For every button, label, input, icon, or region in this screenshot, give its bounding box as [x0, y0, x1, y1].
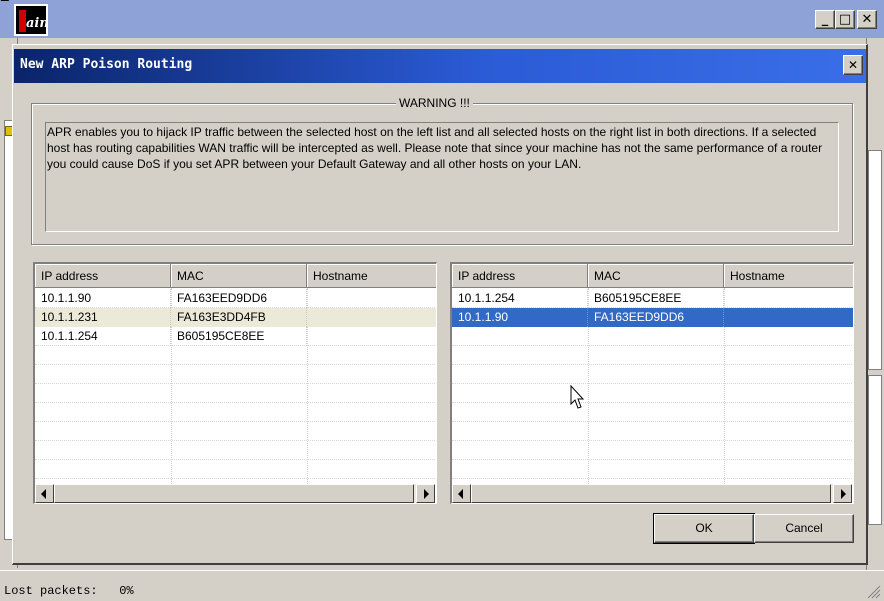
arrow-right-icon — [841, 489, 846, 499]
main-window-list-fragment — [868, 375, 882, 525]
status-lost-packets: Lost packets: 0% — [4, 584, 134, 598]
cell-hostname — [307, 289, 436, 308]
grid-line — [35, 440, 436, 441]
ok-button[interactable]: OK — [653, 513, 755, 544]
cell-ip: 10.1.1.90 — [452, 308, 588, 327]
cell-hostname — [307, 327, 436, 346]
warning-text: APR enables you to hijack IP traffic bet… — [47, 125, 823, 171]
main-minimize-button[interactable]: _ — [815, 10, 835, 29]
grid-line — [452, 421, 853, 422]
grid-line — [35, 459, 436, 460]
main-window-titlebar[interactable] — [0, 0, 884, 38]
warning-label: WARNING !!! — [396, 96, 473, 110]
grid-line — [452, 440, 853, 441]
grid-line — [452, 383, 853, 384]
resize-grip-icon[interactable] — [862, 580, 882, 600]
table-row-selected[interactable]: 10.1.1.90 FA163EED9DD6 — [452, 308, 853, 327]
column-header-hostname[interactable]: Hostname — [724, 264, 853, 288]
horizontal-scrollbar[interactable] — [35, 484, 435, 503]
grid-line — [452, 478, 853, 479]
main-window-list-fragment — [868, 150, 882, 370]
scroll-thumb[interactable] — [471, 484, 831, 503]
scroll-thumb[interactable] — [54, 484, 414, 503]
arrow-left-icon — [41, 489, 46, 499]
scroll-left-button[interactable] — [35, 484, 54, 503]
dialog-close-button[interactable]: ✕ — [843, 55, 863, 75]
grid-line — [35, 402, 436, 403]
arrow-right-icon — [424, 489, 429, 499]
cell-hostname — [724, 289, 853, 308]
grid-line — [452, 345, 853, 346]
cell-hostname — [307, 308, 436, 327]
column-header-mac[interactable]: MAC — [588, 264, 724, 288]
cell-mac: FA163EED9DD6 — [171, 289, 307, 308]
cell-ip: 10.1.1.254 — [452, 289, 588, 308]
scroll-right-button[interactable] — [416, 484, 435, 503]
table-row[interactable]: 10.1.1.90 FA163EED9DD6 — [35, 289, 436, 308]
cell-mac: B605195CE8EE — [588, 289, 724, 308]
grid-line — [35, 421, 436, 422]
cell-hostname — [724, 308, 853, 327]
cain-logo-text: ain — [26, 16, 49, 31]
column-header-ip[interactable]: IP address — [452, 264, 588, 288]
scroll-left-button[interactable] — [452, 484, 471, 503]
main-maximize-button[interactable]: □ — [835, 10, 855, 29]
source-host-list[interactable]: IP address MAC Hostname 10.1.1.90 FA163E… — [33, 262, 437, 504]
grid-line — [452, 459, 853, 460]
table-row[interactable]: 10.1.1.231 FA163E3DD4FB — [35, 308, 436, 327]
table-row[interactable]: 10.1.1.254 B605195CE8EE — [452, 289, 853, 308]
arrow-left-icon — [458, 489, 463, 499]
cell-ip: 10.1.1.231 — [35, 308, 171, 327]
column-header-mac[interactable]: MAC — [171, 264, 307, 288]
cell-ip: 10.1.1.254 — [35, 327, 171, 346]
table-row[interactable]: 10.1.1.254 B605195CE8EE — [35, 327, 436, 346]
cell-mac: B605195CE8EE — [171, 327, 307, 346]
cancel-button[interactable]: Cancel — [754, 514, 854, 543]
grid-line — [35, 383, 436, 384]
main-window-system-mark: ▔ — [1, 1, 9, 12]
cell-mac: FA163E3DD4FB — [171, 308, 307, 327]
grid-line — [35, 364, 436, 365]
cain-app-icon[interactable]: ain — [14, 4, 49, 36]
cell-ip: 10.1.1.90 — [35, 289, 171, 308]
cell-mac: FA163EED9DD6 — [588, 308, 724, 327]
grid-line — [452, 402, 853, 403]
column-header-ip[interactable]: IP address — [35, 264, 171, 288]
column-header-hostname[interactable]: Hostname — [307, 264, 436, 288]
scroll-right-button[interactable] — [833, 484, 852, 503]
main-close-button[interactable]: ✕ — [857, 10, 877, 29]
grid-line — [35, 478, 436, 479]
grid-line — [452, 364, 853, 365]
mouse-pointer-icon — [570, 385, 585, 409]
dialog-title: New ARP Poison Routing — [20, 57, 193, 72]
target-host-list[interactable]: IP address MAC Hostname 10.1.1.254 B6051… — [450, 262, 854, 504]
cain-logo-bar — [19, 10, 26, 32]
horizontal-scrollbar[interactable] — [452, 484, 852, 503]
